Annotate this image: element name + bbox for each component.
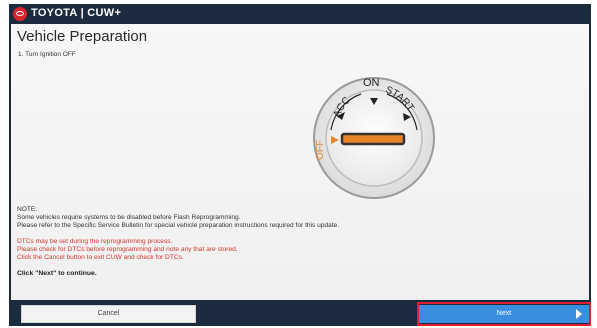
footer-bar: Cancel Next [9, 302, 591, 326]
page-title: Vehicle Preparation [17, 28, 148, 45]
next-button-label: Next [496, 310, 512, 317]
note-line-2: Please refer to the Specific Service Bul… [17, 222, 340, 230]
key-slot-icon [340, 132, 406, 146]
label-on: ON [363, 77, 380, 89]
title-bar: TOYOTA | CUW+ [9, 4, 591, 24]
continue-instruction: Click "Next" to continue. [17, 270, 97, 278]
warning-line-3: Click the Cancel button to exit CUW and … [17, 254, 184, 262]
label-off: OFF [315, 140, 326, 160]
notes-section: NOTE: Some vehicles require systems to b… [17, 206, 583, 277]
warning-line-2: Please check for DTCs before reprogrammi… [17, 245, 238, 253]
app-window: TOYOTA | CUW+ Vehicle Preparation 1. Tur… [9, 4, 591, 326]
note-heading: NOTE: [17, 206, 38, 213]
next-button[interactable]: Next [419, 305, 589, 323]
warning-line-1: DTCs may be set during the reprogramming… [17, 237, 173, 245]
dtc-warning: DTCs may be set during the reprogramming… [17, 238, 583, 263]
toyota-logo-icon [13, 7, 27, 21]
chevron-right-icon [576, 309, 582, 319]
brand-title: TOYOTA | CUW+ [31, 7, 122, 19]
step-instruction: 1. Turn Ignition OFF [18, 51, 76, 58]
note-line-1: Some vehicles require systems to be disa… [17, 214, 241, 222]
cancel-button[interactable]: Cancel [21, 305, 196, 323]
main-panel: Vehicle Preparation 1. Turn Ignition OFF [11, 24, 589, 300]
ignition-key-diagram: ON ACC START OFF [313, 77, 435, 199]
